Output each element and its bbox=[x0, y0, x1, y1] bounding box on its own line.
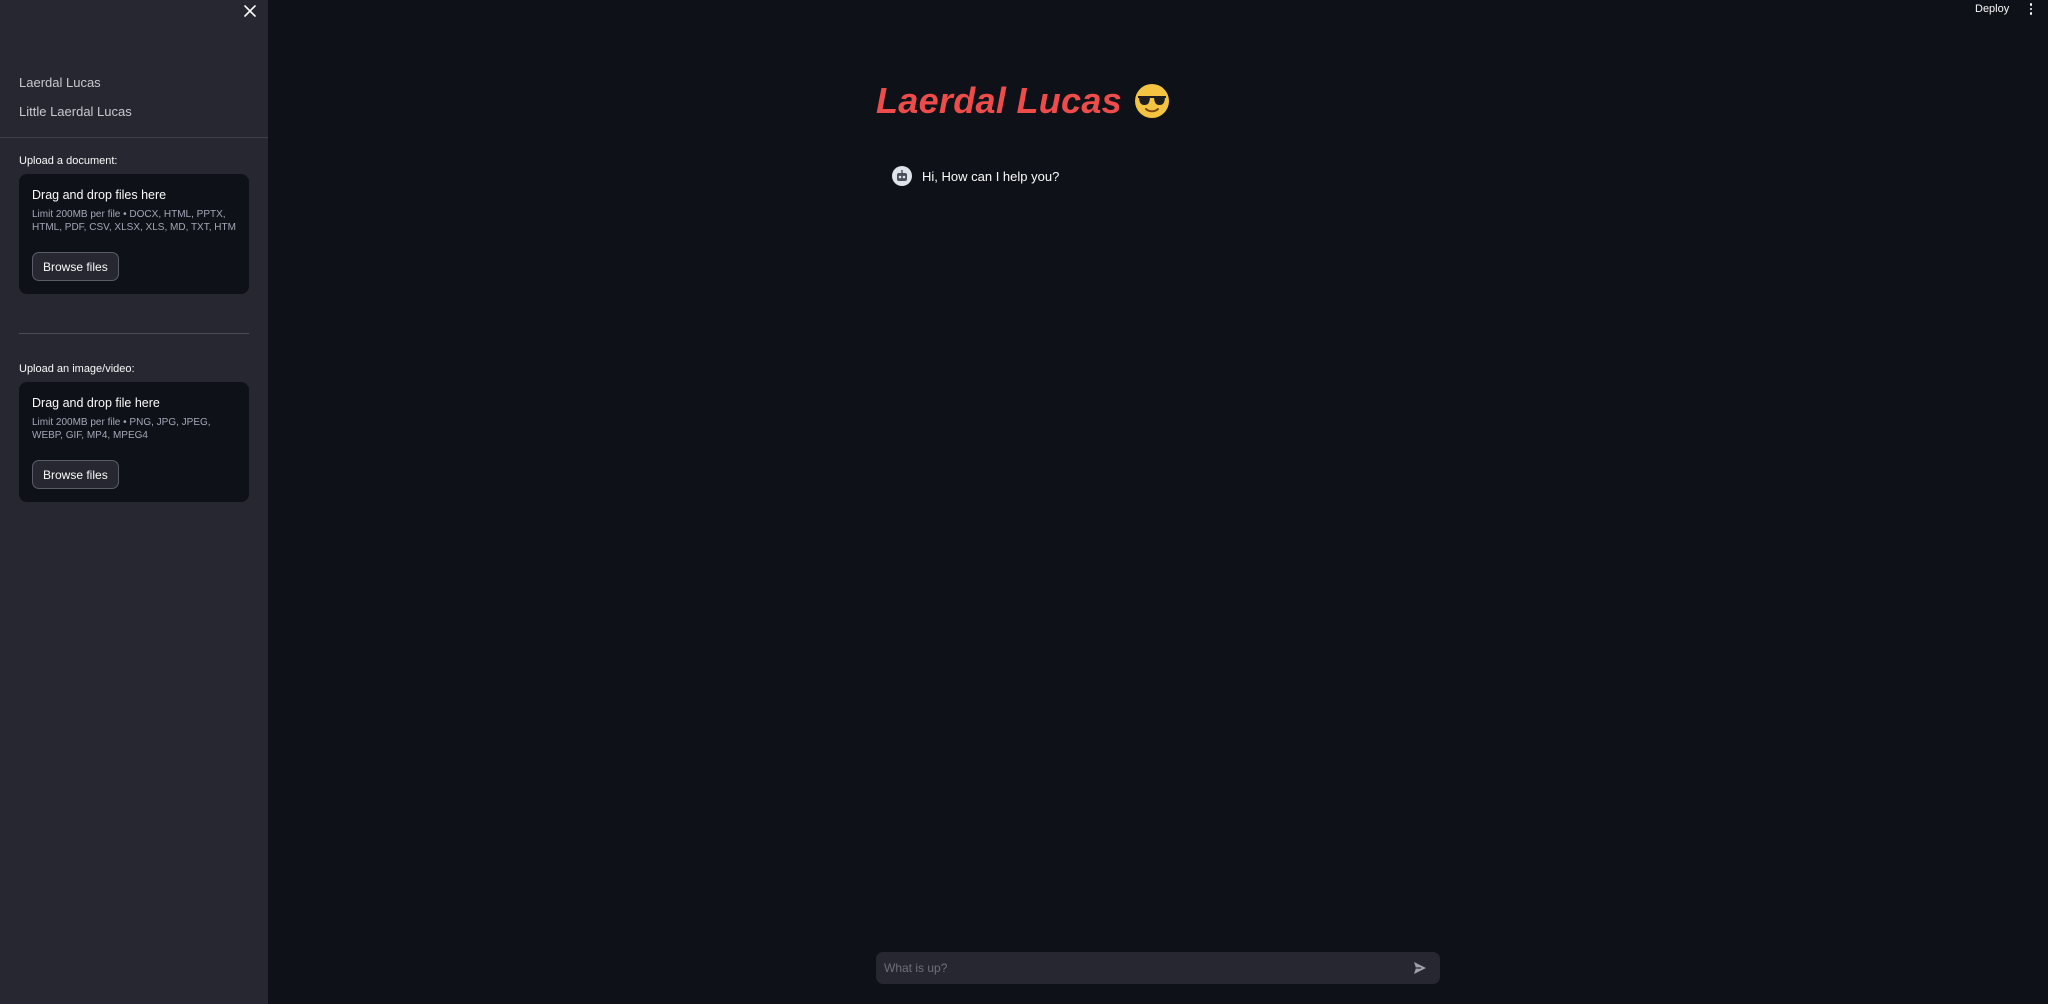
chat-message: Hi, How can I help you? bbox=[892, 166, 1059, 186]
document-dropzone-limit: Limit 200MB per file • DOCX, HTML, PPTX,… bbox=[32, 209, 236, 233]
document-upload-label: Upload a document: bbox=[19, 155, 118, 167]
deploy-button[interactable]: Deploy bbox=[1975, 3, 2009, 15]
sidebar-item-little-laerdal-lucas[interactable]: Little Laerdal Lucas bbox=[19, 104, 132, 119]
nav-divider bbox=[0, 137, 268, 138]
document-dropzone[interactable]: Drag and drop files here Limit 200MB per… bbox=[19, 174, 249, 294]
media-upload-label: Upload an image/video: bbox=[19, 363, 135, 375]
media-dropzone[interactable]: Drag and drop file here Limit 200MB per … bbox=[19, 382, 249, 502]
media-dropzone-limit: Limit 200MB per file • PNG, JPG, JPEG, W… bbox=[32, 417, 211, 441]
chat-input-container bbox=[876, 952, 1440, 984]
send-icon bbox=[1414, 962, 1426, 974]
close-sidebar-button[interactable] bbox=[242, 3, 258, 19]
sunglasses-emoji-icon bbox=[1135, 84, 1170, 118]
more-vertical-icon bbox=[2029, 3, 2033, 6]
document-browse-button[interactable]: Browse files bbox=[32, 252, 119, 281]
sidebar-divider bbox=[19, 333, 249, 334]
chat-message-text: Hi, How can I help you? bbox=[922, 168, 1060, 184]
close-icon bbox=[244, 5, 256, 17]
page-title: Laerdal Lucas bbox=[876, 80, 1123, 121]
robot-avatar-icon bbox=[892, 166, 912, 186]
sidebar-item-laerdal-lucas[interactable]: Laerdal Lucas bbox=[19, 75, 101, 90]
document-dropzone-title: Drag and drop files here bbox=[32, 188, 167, 202]
chat-input[interactable] bbox=[876, 952, 1406, 984]
main-menu-button[interactable] bbox=[2025, 1, 2037, 17]
media-dropzone-title: Drag and drop file here bbox=[32, 396, 160, 410]
sidebar: Laerdal Lucas Little Laerdal Lucas Uploa… bbox=[0, 0, 268, 1004]
app: Laerdal Lucas Little Laerdal Lucas Uploa… bbox=[0, 0, 2048, 1004]
send-button[interactable] bbox=[1406, 954, 1434, 982]
media-browse-button[interactable]: Browse files bbox=[32, 460, 119, 489]
page-title-container: Laerdal Lucas bbox=[876, 80, 1170, 122]
